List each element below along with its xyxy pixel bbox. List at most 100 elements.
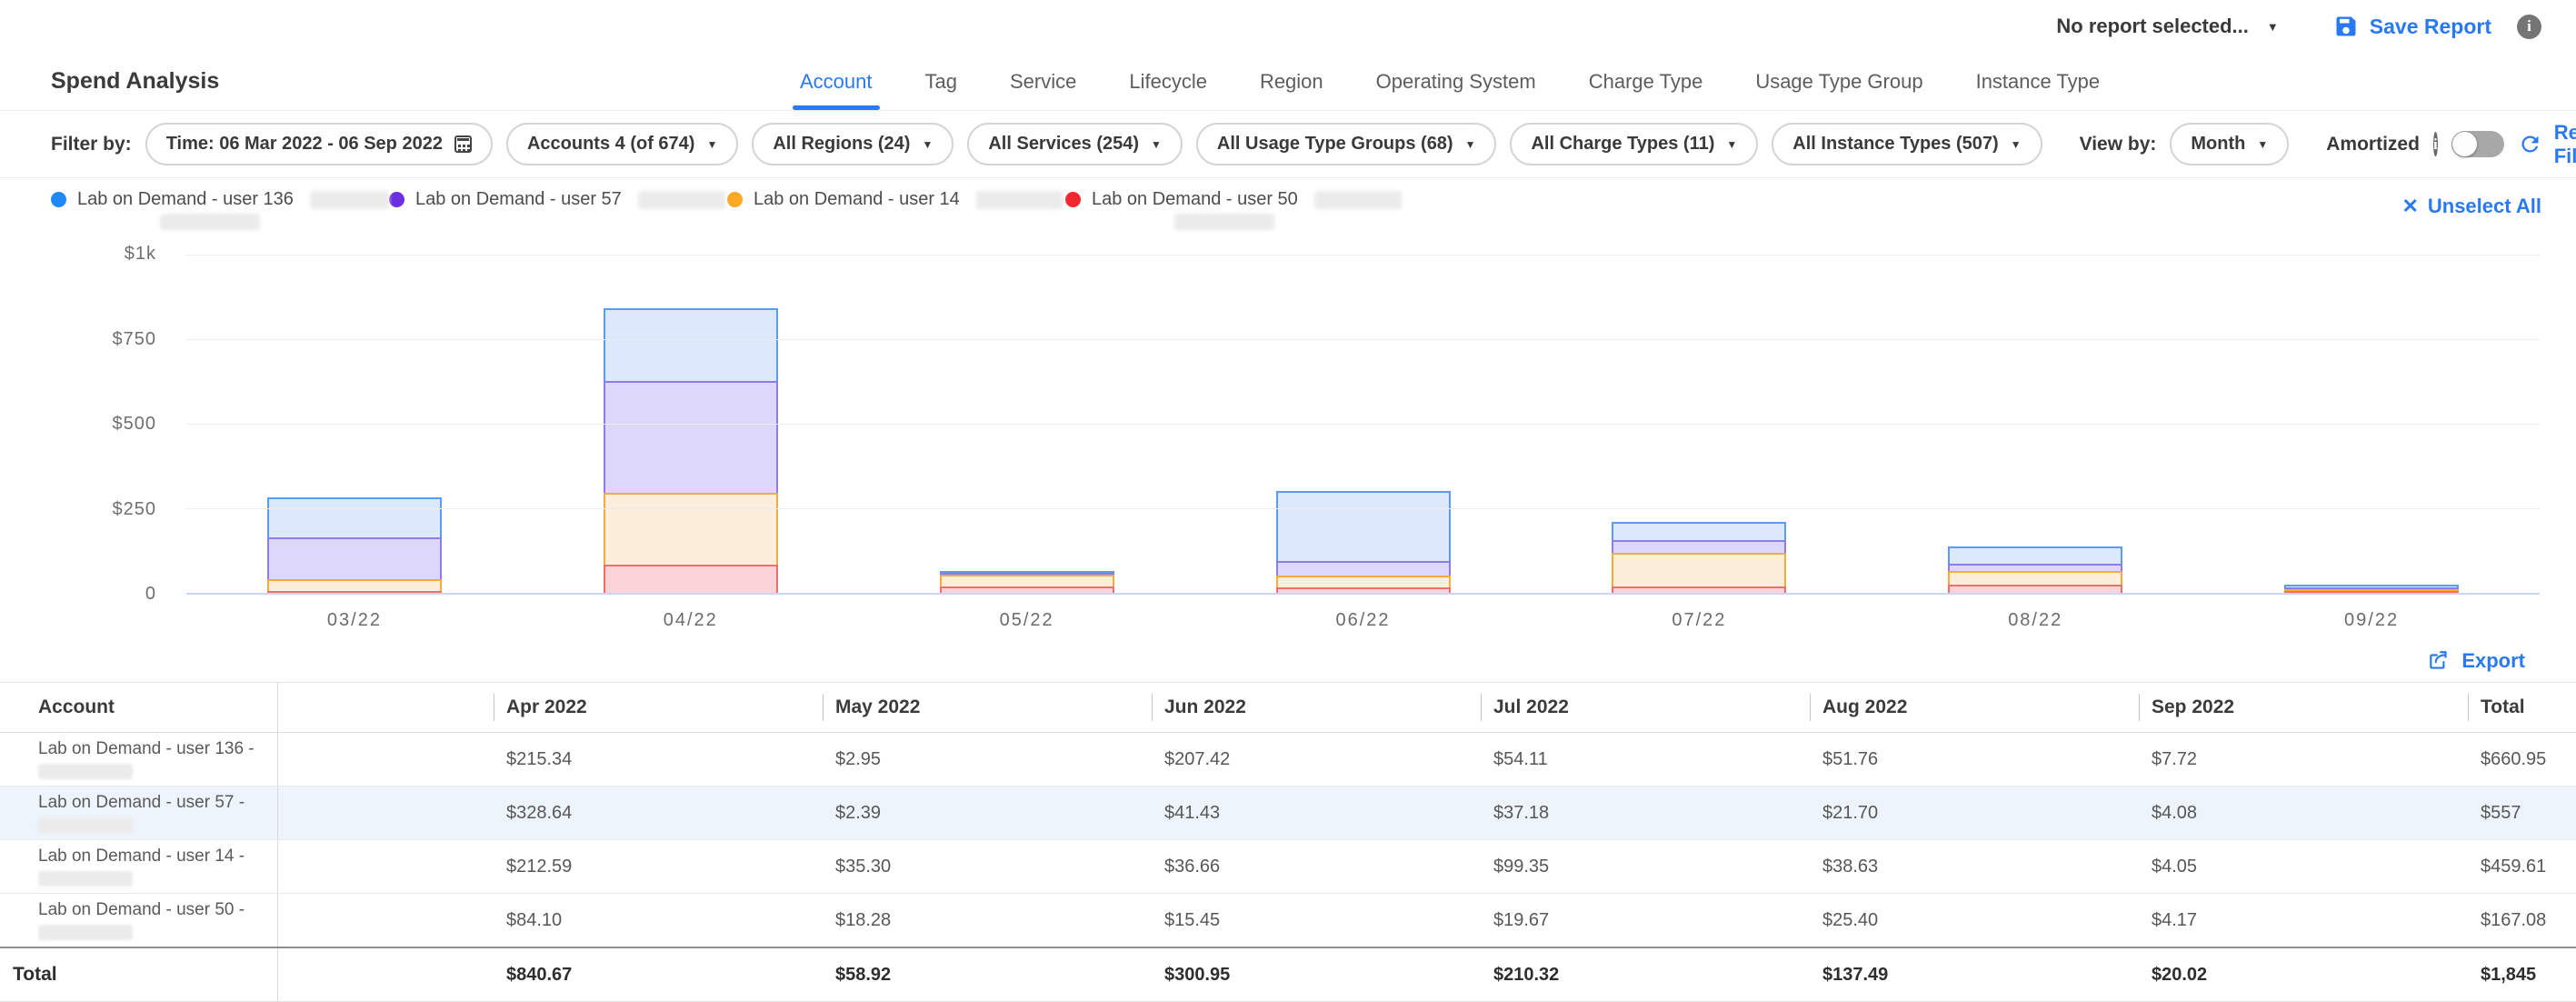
column-header-account[interactable]: Account — [0, 683, 277, 733]
refresh-icon — [2518, 132, 2542, 156]
legend-item-lab-on-demand-user-57[interactable]: Lab on Demand - user 57 — [389, 189, 727, 230]
table-header-row: Account Apr 2022May 2022Jun 2022Jul 2022A… — [0, 683, 2576, 733]
info-icon[interactable]: i — [2517, 15, 2541, 39]
column-header-sep-2022[interactable]: Sep 2022 — [2139, 683, 2468, 733]
accounts-filter[interactable]: Accounts 4 (of 674)▼ — [506, 123, 738, 165]
legend-dot-icon — [51, 192, 66, 207]
bar-segment-lab-on-demand-user-14[interactable] — [1612, 553, 1786, 586]
chart-plot-area: 03/2204/2205/2206/2207/2208/2209/22 — [186, 255, 2540, 595]
gridline — [186, 508, 2540, 509]
account-cell: Lab on Demand - user 14 - — [0, 840, 277, 894]
legend-label: Lab on Demand - user 136 — [77, 189, 294, 210]
tab-charge-type[interactable]: Charge Type — [1589, 53, 1703, 110]
report-selector-dropdown[interactable]: No report selected... ▼ — [2056, 15, 2278, 38]
tab-instance-type[interactable]: Instance Type — [1976, 53, 2101, 110]
bar-segment-lab-on-demand-user-57[interactable] — [1612, 540, 1786, 553]
column-header-aug-2022[interactable]: Aug 2022 — [1810, 683, 2139, 733]
unselect-all-button[interactable]: ✕ Unselect All — [2401, 189, 2541, 218]
time-filter[interactable]: Time: 06 Mar 2022 - 06 Sep 2022 — [145, 123, 493, 165]
usage-type-groups-filter[interactable]: All Usage Type Groups (68)▼ — [1196, 123, 1497, 165]
services-filter-label: All Services (254) — [988, 134, 1139, 155]
legend-dot-icon — [727, 192, 743, 207]
bar-segment-lab-on-demand-user-57[interactable] — [267, 537, 442, 579]
bar-segment-lab-on-demand-user-136[interactable] — [1612, 522, 1786, 540]
filter-pills: Time: 06 Mar 2022 - 06 Sep 2022 Accounts … — [145, 123, 2042, 165]
tab-region[interactable]: Region — [1260, 53, 1323, 110]
chevron-down-icon: ▼ — [922, 138, 933, 151]
info-icon[interactable]: i — [2433, 132, 2438, 156]
account-name: Lab on Demand - user 136 - — [38, 739, 277, 759]
column-header-total[interactable]: Total — [2468, 683, 2576, 733]
value-cell: $37.18 — [1481, 787, 1810, 840]
account-name: Lab on Demand - user 57 - — [38, 793, 277, 813]
tab-usage-type-group[interactable]: Usage Type Group — [1755, 53, 1922, 110]
total-value-cell: $840.67 — [494, 947, 823, 1002]
toggle-knob — [2452, 132, 2477, 156]
report-selector-value: No report selected... — [2056, 15, 2249, 38]
services-filter[interactable]: All Services (254)▼ — [967, 123, 1183, 165]
column-header-jun-2022[interactable]: Jun 2022 — [1152, 683, 1481, 733]
value-cell: $25.40 — [1810, 894, 2139, 948]
bar-segment-lab-on-demand-user-50[interactable] — [2284, 591, 2459, 593]
accounts-filter-label: Accounts 4 (of 674) — [527, 134, 694, 155]
tab-tag[interactable]: Tag — [925, 53, 957, 110]
chevron-down-icon: ▼ — [2011, 138, 2022, 151]
bar-segment-lab-on-demand-user-50[interactable] — [1276, 587, 1451, 593]
bar-segment-lab-on-demand-user-50[interactable] — [267, 591, 442, 593]
save-report-button[interactable]: Save Report — [2333, 14, 2491, 39]
tab-service[interactable]: Service — [1010, 53, 1076, 110]
bar-segment-lab-on-demand-user-14[interactable] — [267, 579, 442, 591]
total-label-cell: Total — [0, 947, 277, 1002]
value-cell: $51.76 — [1810, 733, 2139, 787]
value-cell: $328.64 — [494, 787, 823, 840]
gridline — [186, 339, 2540, 340]
redacted-text — [160, 214, 260, 230]
bar-segment-lab-on-demand-user-14[interactable] — [1948, 571, 2122, 584]
tab-account[interactable]: Account — [800, 53, 873, 110]
bar-segment-lab-on-demand-user-136[interactable] — [267, 497, 442, 537]
legend-item-lab-on-demand-user-50[interactable]: Lab on Demand - user 50 — [1065, 189, 1403, 230]
value-cell: $4.08 — [2139, 787, 2468, 840]
view-by-dropdown[interactable]: Month ▼ — [2170, 123, 2289, 165]
amortized-toggle[interactable] — [2451, 131, 2504, 157]
bar-segment-lab-on-demand-user-14[interactable] — [604, 493, 778, 565]
x-axis-label: 03/22 — [186, 610, 523, 631]
bar-segment-lab-on-demand-user-50[interactable] — [604, 565, 778, 593]
bar-segment-lab-on-demand-user-136[interactable] — [604, 308, 778, 381]
legend-line — [160, 214, 389, 230]
legend-item-lab-on-demand-user-136[interactable]: Lab on Demand - user 136 — [51, 189, 389, 230]
redacted-text — [638, 191, 725, 209]
bar-segment-lab-on-demand-user-57[interactable] — [1276, 561, 1451, 575]
instance-types-filter[interactable]: All Instance Types (507)▼ — [1772, 123, 2042, 165]
value-cell: $557 — [2468, 787, 2576, 840]
bar-segment-lab-on-demand-user-50[interactable] — [1612, 586, 1786, 593]
bar-segment-lab-on-demand-user-50[interactable] — [940, 586, 1114, 593]
legend-item-lab-on-demand-user-14[interactable]: Lab on Demand - user 14 — [727, 189, 1065, 230]
regions-filter[interactable]: All Regions (24)▼ — [752, 123, 954, 165]
bar-segment-lab-on-demand-user-14[interactable] — [1276, 576, 1451, 588]
tab-operating-system[interactable]: Operating System — [1376, 53, 1536, 110]
export-button[interactable]: Export — [2427, 649, 2525, 673]
charge-types-filter[interactable]: All Charge Types (11)▼ — [1510, 123, 1758, 165]
bar-segment-lab-on-demand-user-136[interactable] — [1276, 491, 1451, 561]
tab-lifecycle[interactable]: Lifecycle — [1129, 53, 1207, 110]
export-row: Export — [0, 640, 2576, 682]
column-header-apr-2022[interactable]: Apr 2022 — [494, 683, 823, 733]
bar-segment-lab-on-demand-user-57[interactable] — [1948, 564, 2122, 571]
redacted-text — [1174, 214, 1274, 230]
reset-filters-button[interactable]: Reset Filters — [2518, 121, 2576, 168]
view-by-value: Month — [2191, 134, 2245, 155]
value-cell: $84.10 — [494, 894, 823, 948]
spacer-cell — [277, 947, 494, 1002]
redacted-text — [38, 871, 133, 887]
bar-segment-lab-on-demand-user-57[interactable] — [604, 381, 778, 492]
x-axis-label: 09/22 — [2203, 610, 2540, 631]
bar-segment-lab-on-demand-user-50[interactable] — [1948, 585, 2122, 593]
value-cell: $7.72 — [2139, 733, 2468, 787]
bar-segment-lab-on-demand-user-136[interactable] — [1948, 546, 2122, 564]
value-cell: $19.67 — [1481, 894, 1810, 948]
spacer-cell — [277, 894, 494, 948]
column-header-jul-2022[interactable]: Jul 2022 — [1481, 683, 1810, 733]
column-header-may-2022[interactable]: May 2022 — [823, 683, 1152, 733]
bar-segment-lab-on-demand-user-14[interactable] — [940, 575, 1114, 586]
